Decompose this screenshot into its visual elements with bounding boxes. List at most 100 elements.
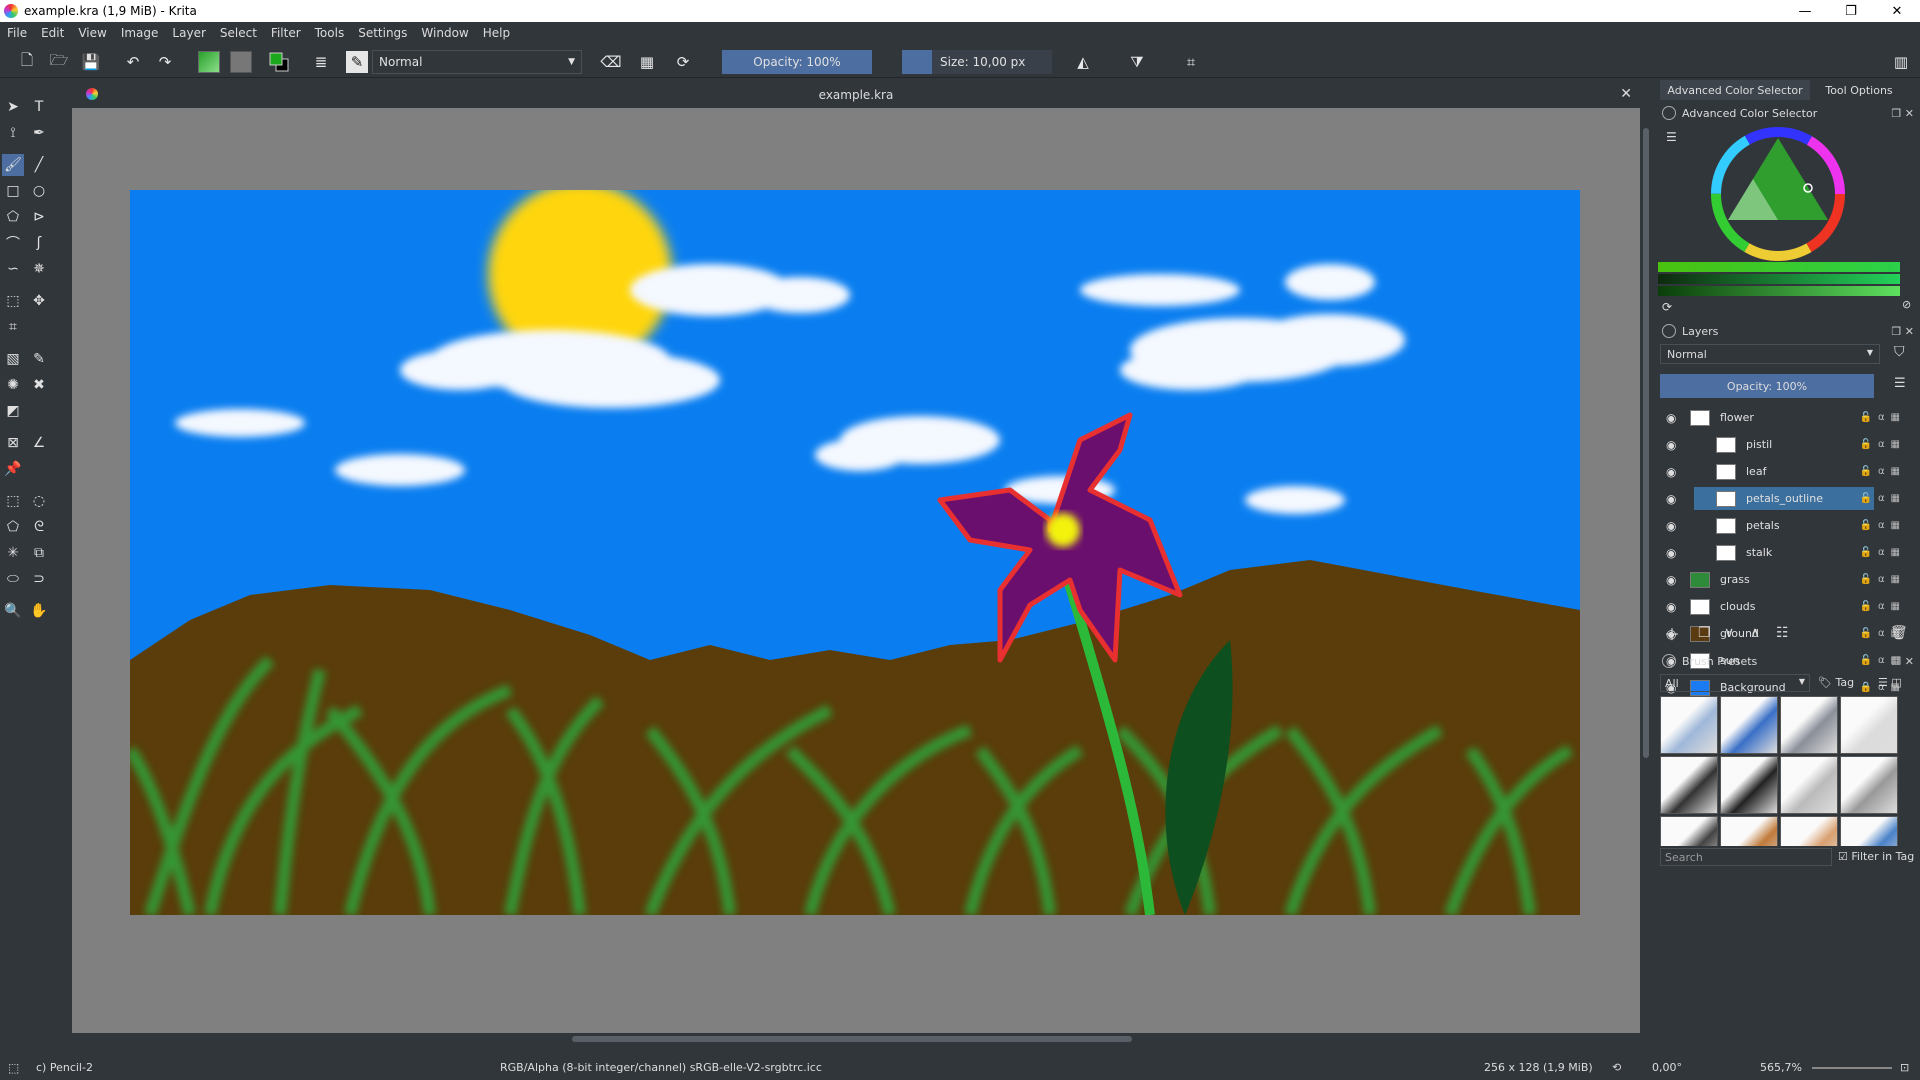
layer-lock-alpha-icons[interactable]: 🔓α▦: [1860, 466, 1907, 477]
tag-button[interactable]: 🏷 Tag: [1818, 676, 1854, 689]
layer-lock-alpha-icons[interactable]: 🔓α▦: [1860, 601, 1907, 612]
color-wheel[interactable]: [1708, 124, 1848, 264]
visibility-eye-icon[interactable]: ◉: [1666, 546, 1676, 560]
polygon-tool-icon[interactable]: ⬠: [2, 206, 24, 228]
layer-row[interactable]: ◉ grass 🔓α▦: [1658, 566, 1914, 593]
visibility-eye-icon[interactable]: ◉: [1666, 600, 1676, 614]
layer-lock-alpha-icons[interactable]: 🔓α▦: [1860, 574, 1907, 585]
size-slider[interactable]: Size: 10,00 px: [902, 50, 1052, 74]
move-layer-up-icon[interactable]: ∧: [1750, 625, 1760, 641]
move-layer-down-icon[interactable]: ∨: [1724, 625, 1734, 641]
layer-options-icon[interactable]: ☰: [1894, 376, 1906, 391]
docker-float-close-icons[interactable]: ❐ ✕: [1891, 107, 1914, 120]
blend-mode-select[interactable]: Normal ▼: [372, 50, 582, 74]
preserve-alpha-icon[interactable]: ▦: [636, 51, 658, 73]
menu-select[interactable]: Select: [213, 26, 264, 40]
color-strip-3[interactable]: [1658, 286, 1900, 296]
undo-icon[interactable]: ↶: [122, 51, 144, 73]
layer-row[interactable]: ◉ petals_outline 🔓α▦: [1658, 485, 1914, 512]
brush-preset-item[interactable]: [1660, 756, 1718, 814]
visibility-eye-icon[interactable]: ◉: [1666, 438, 1676, 452]
docker-float-close-icons[interactable]: ❐ ✕: [1891, 325, 1914, 338]
pattern-selector-icon[interactable]: [230, 51, 252, 73]
workspace-icon[interactable]: ▥: [1890, 51, 1912, 73]
clear-history-icon[interactable]: ⊘: [1902, 298, 1911, 311]
pan-tool-icon[interactable]: ✋: [28, 600, 50, 622]
layer-row[interactable]: ◉ petals 🔓α▦: [1658, 512, 1914, 539]
brush-preset-item[interactable]: [1840, 816, 1898, 846]
mirror-vertical-icon[interactable]: ⧩: [1126, 51, 1148, 73]
rotation-value[interactable]: 0,00°: [1652, 1061, 1682, 1074]
brush-settings-icon[interactable]: ≣: [310, 51, 332, 73]
redo-icon[interactable]: ↷: [154, 51, 176, 73]
transform-tool-icon[interactable]: ⬚: [2, 290, 24, 312]
layer-lock-alpha-icons[interactable]: 🔓α▦: [1860, 520, 1907, 531]
layer-row[interactable]: ◉ pistil 🔓α▦: [1658, 431, 1914, 458]
brush-preset-item[interactable]: [1720, 696, 1778, 754]
reload-preset-icon[interactable]: ⟳: [672, 51, 694, 73]
bezier-select-icon[interactable]: ⬭: [2, 568, 24, 590]
tab-tool-options[interactable]: Tool Options: [1814, 80, 1904, 100]
color-strip-1[interactable]: [1658, 262, 1900, 272]
line-tool-icon[interactable]: ╱: [28, 154, 50, 176]
menu-view[interactable]: View: [71, 26, 113, 40]
move-tool-icon[interactable]: ✥: [28, 290, 50, 312]
visibility-eye-icon[interactable]: ◉: [1666, 573, 1676, 587]
view-mode-icon[interactable]: ☰ ◫: [1878, 676, 1902, 689]
tab-advanced-color-selector[interactable]: Advanced Color Selector: [1660, 80, 1810, 100]
brush-preset-item[interactable]: [1660, 696, 1718, 754]
text-tool-icon[interactable]: T: [28, 96, 50, 118]
edit-shapes-icon[interactable]: ⟟: [2, 122, 24, 144]
visibility-eye-icon[interactable]: ◉: [1666, 519, 1676, 533]
layer-properties-icon[interactable]: ☷: [1776, 625, 1789, 641]
mirror-horizontal-icon[interactable]: ◭: [1072, 51, 1094, 73]
minimize-button[interactable]: —: [1782, 0, 1828, 22]
delete-layer-icon[interactable]: 🗑: [1890, 625, 1908, 641]
menu-settings[interactable]: Settings: [351, 26, 414, 40]
polygon-select-icon[interactable]: ⬠: [2, 516, 24, 538]
eraser-mode-icon[interactable]: ⌫: [600, 51, 622, 73]
measure-tool-icon[interactable]: ∠: [28, 432, 50, 454]
smart-patch-icon[interactable]: ✖: [28, 374, 50, 396]
calligraphy-icon[interactable]: ✒: [28, 122, 50, 144]
open-document-icon[interactable]: 🗁: [48, 51, 70, 73]
brush-preset-item[interactable]: [1720, 816, 1778, 846]
freehand-brush-icon[interactable]: 🖌: [2, 154, 24, 176]
color-selector-settings-icon[interactable]: ☰: [1666, 130, 1677, 144]
ellipse-select-icon[interactable]: ◌: [28, 490, 50, 512]
multibrush-icon[interactable]: ✵: [28, 258, 50, 280]
assistant-tool-icon[interactable]: ⊠: [2, 432, 24, 454]
layer-row[interactable]: ◉ flower 🔓α▦: [1658, 404, 1914, 431]
layer-row[interactable]: ◉ clouds 🔓α▦: [1658, 593, 1914, 620]
zoom-slider[interactable]: [1812, 1067, 1892, 1069]
fg-bg-color-icon[interactable]: [268, 51, 290, 73]
contiguous-select-icon[interactable]: ✳: [2, 542, 24, 564]
fit-view-icon[interactable]: ⊡: [1900, 1061, 1909, 1074]
filter-in-tag-checkbox[interactable]: ☑ Filter in Tag: [1838, 850, 1914, 863]
docker-lock-icon[interactable]: [1662, 654, 1676, 668]
layer-row[interactable]: ◉ leaf 🔓α▦: [1658, 458, 1914, 485]
menu-tools[interactable]: Tools: [308, 26, 352, 40]
docker-lock-icon[interactable]: [1662, 106, 1676, 120]
close-window-button[interactable]: ✕: [1874, 0, 1920, 22]
color-strip-2[interactable]: [1658, 274, 1900, 284]
layer-lock-alpha-icons[interactable]: 🔓α▦: [1860, 493, 1907, 504]
crop-tool-icon[interactable]: ⌗: [2, 316, 24, 338]
horizontal-scrollbar[interactable]: [72, 1033, 1652, 1045]
menu-file[interactable]: File: [0, 26, 34, 40]
close-document-icon[interactable]: ✕: [1620, 86, 1632, 102]
visibility-eye-icon[interactable]: ◉: [1666, 465, 1676, 479]
menu-edit[interactable]: Edit: [34, 26, 71, 40]
freehand-path-icon[interactable]: ʃ: [28, 232, 50, 254]
brush-preset-item[interactable]: [1660, 816, 1718, 846]
layers-opacity-slider[interactable]: Opacity: 100%: [1660, 374, 1874, 398]
ellipse-tool-icon[interactable]: ○: [28, 180, 50, 202]
save-icon[interactable]: 💾: [80, 51, 102, 73]
canvas-artwork[interactable]: [130, 190, 1580, 915]
reference-images-icon[interactable]: 📌: [2, 458, 24, 480]
brush-preset-item[interactable]: [1840, 756, 1898, 814]
layer-lock-alpha-icons[interactable]: 🔓α▦: [1860, 439, 1907, 450]
menu-filter[interactable]: Filter: [264, 26, 308, 40]
wrap-around-icon[interactable]: ⌗: [1180, 51, 1202, 73]
layers-blend-mode-select[interactable]: Normal ▼: [1660, 344, 1880, 364]
